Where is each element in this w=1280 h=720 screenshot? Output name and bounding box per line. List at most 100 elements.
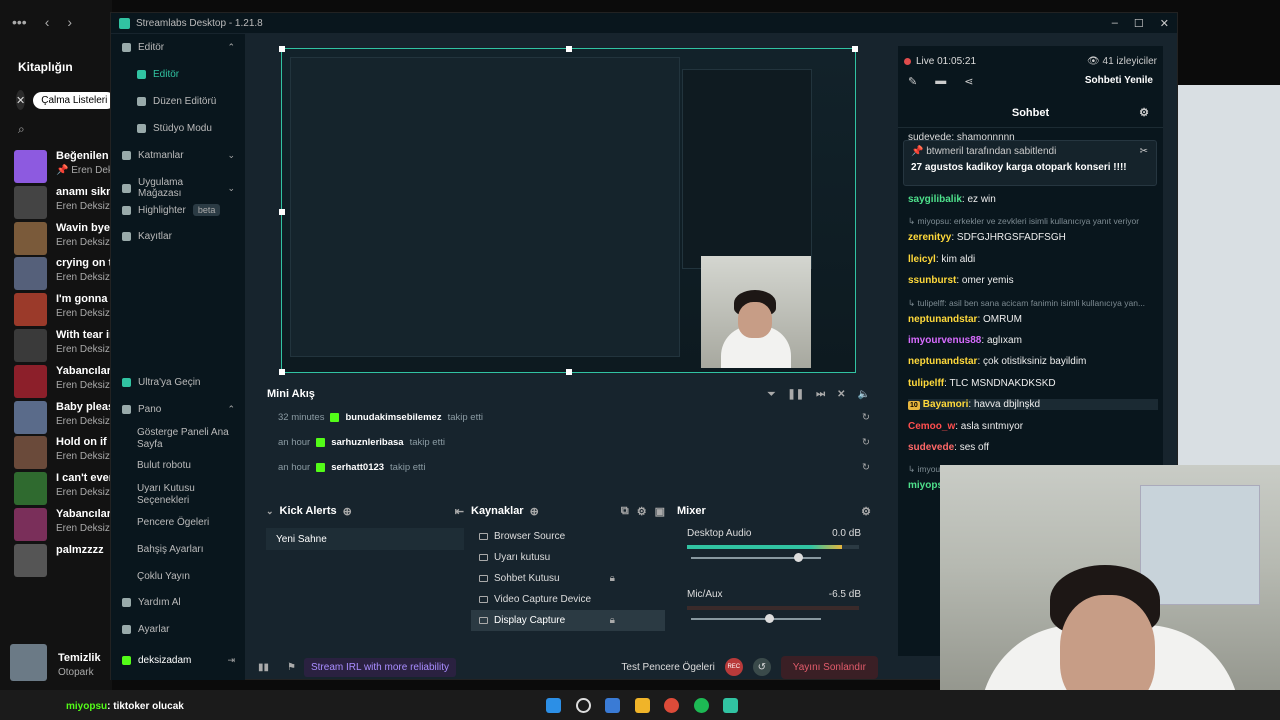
filter-icon[interactable]: ⏷	[767, 389, 775, 400]
chat-username[interactable]: lleicyl	[908, 254, 936, 265]
chat-message[interactable]: ssunburst: omer yemis	[908, 275, 1158, 286]
chat-username[interactable]: tulipelff	[908, 378, 944, 389]
resize-handle[interactable]	[279, 369, 285, 375]
bell-icon[interactable]: ⚑	[287, 662, 296, 673]
now-playing-title[interactable]: Temizlik	[58, 652, 101, 664]
spotify-icon[interactable]	[694, 698, 709, 713]
chat-message[interactable]: lleicyl: kim aldi	[908, 254, 1158, 265]
source-item[interactable]: Uyarı kutusu	[471, 547, 665, 568]
nav-window-elements[interactable]: Pencere Ögeleri	[111, 517, 245, 528]
pause-icon[interactable]: ❚❚	[787, 389, 804, 400]
playlist-item[interactable]: Hold on if lc Eren Deksiz	[14, 436, 112, 470]
nav-cloudbot[interactable]: Bulut robotu	[111, 460, 245, 471]
chat-username[interactable]: ssunburst	[908, 275, 956, 286]
forward-icon[interactable]: ›	[67, 14, 72, 30]
folder-icon[interactable]: ▣	[655, 505, 665, 518]
scene-item[interactable]: Yeni Sahne	[266, 528, 464, 550]
resize-handle[interactable]	[566, 46, 572, 52]
lock-icon[interactable]: 🔒︎	[610, 573, 615, 584]
close-window-icon[interactable]: ✕	[1160, 17, 1169, 30]
nav-tip-settings[interactable]: Bahşiş Ayarları	[111, 544, 245, 555]
chat-message[interactable]: saygilibalik: ez win	[908, 194, 1158, 205]
start-icon[interactable]	[546, 698, 561, 713]
nav-recordings[interactable]: Kayıtlar	[111, 231, 245, 242]
resize-handle[interactable]	[279, 46, 285, 52]
edit-icon[interactable]: ✎	[908, 75, 917, 88]
source-item[interactable]: Sohbet Kutusu 🔒︎	[471, 568, 665, 589]
chat-username[interactable]: neptunandstar	[908, 356, 977, 367]
chat-message[interactable]: zerenityy: SDFGJHRGSFADFSGH	[908, 232, 1158, 243]
slider-knob[interactable]	[765, 614, 774, 623]
close-icon[interactable]: ✕	[16, 90, 26, 110]
nav-user[interactable]: deksizadam ⇥	[111, 655, 245, 666]
playlist-item[interactable]: Wavin bye t Eren Deksiz	[14, 221, 112, 255]
source-item[interactable]: Video Capture Device	[471, 589, 665, 610]
playlist-item[interactable]: I can't even Eren Deksiz	[14, 472, 112, 506]
chat-message[interactable]: neptunandstar: çok otistiksiniz bayildim	[908, 356, 1158, 367]
maximize-icon[interactable]: ☐	[1134, 17, 1144, 30]
test-widgets-button[interactable]: Test Pencere Ögeleri	[621, 662, 714, 673]
chat-message[interactable]: Cemoo_w: asla sıntmıyor	[908, 421, 1158, 432]
back-icon[interactable]: ‹	[45, 14, 50, 30]
folder-icon[interactable]: ▬	[935, 75, 946, 88]
add-scene-icon[interactable]: ⊕	[343, 505, 352, 518]
irl-banner[interactable]: Stream IRL with more reliability	[303, 657, 456, 677]
replay-icon[interactable]: ↻	[862, 437, 870, 448]
share-icon[interactable]: ⋖	[964, 75, 973, 88]
group-icon[interactable]: ⧉	[621, 505, 629, 518]
source-item[interactable]: Browser Source	[471, 526, 665, 547]
properties-icon[interactable]: ⚙	[637, 505, 647, 518]
rec-button[interactable]: REC	[724, 658, 743, 676]
now-playing-artist[interactable]: Otopark	[58, 667, 94, 678]
search-icon[interactable]: ⌕	[0, 116, 112, 143]
volume-slider[interactable]	[691, 614, 821, 623]
chat-message[interactable]: imyourvenus88: aglıxam	[908, 335, 1158, 346]
streamlabs-icon[interactable]	[723, 698, 738, 713]
playlist-item[interactable]: crying on th Eren Deksiz	[14, 257, 112, 291]
slider-knob[interactable]	[793, 553, 803, 562]
steam-icon[interactable]	[605, 698, 620, 713]
playlist-item[interactable]: Beğenilen Ş 📌 Eren Deksiz	[14, 150, 112, 183]
user-settings-icon[interactable]: ⚙	[1139, 106, 1149, 119]
nav-dashboard[interactable]: Pano ⌃	[111, 404, 245, 415]
skip-icon[interactable]: ⏭	[816, 389, 825, 400]
chat-message[interactable]: 10 Bayamori: havva dbjlnşkd	[908, 399, 1158, 411]
filter-chip[interactable]: Çalma Listeleri	[33, 91, 116, 109]
mute-alert-icon[interactable]: ✕	[837, 389, 845, 400]
minimize-icon[interactable]: –	[1112, 17, 1118, 30]
playlist-item[interactable]: anamı sikm Eren Deksiz	[14, 185, 112, 219]
playlist-item[interactable]: I'm gonna p Eren Deksiz	[14, 293, 112, 327]
nav-highlighter[interactable]: Highlighter beta	[111, 204, 245, 216]
volume-slider[interactable]	[691, 553, 821, 562]
chat-message[interactable]: neptunandstar: OMRUM	[908, 314, 1158, 325]
nav-help[interactable]: Yardım Al	[111, 597, 245, 608]
chat-username[interactable]: neptunandstar	[908, 314, 977, 325]
chat-username[interactable]: Cemoo_w	[908, 421, 955, 432]
replay-icon[interactable]: ↻	[862, 412, 870, 423]
nav-layout-editor[interactable]: Düzen Editörü	[111, 96, 245, 107]
performance-icon[interactable]: ▮▮	[258, 662, 269, 673]
nav-ultra[interactable]: Ultra'ya Geçin	[111, 377, 245, 388]
more-icon[interactable]: •••	[12, 14, 27, 30]
chat-message[interactable]: tulipelff: TLC MSNDNAKDKSKD	[908, 378, 1158, 389]
unpin-icon[interactable]: ✂	[1140, 146, 1148, 157]
nav-studio-mode[interactable]: Stüdyo Modu	[111, 123, 245, 134]
nav-layers[interactable]: Katmanlar ⌄	[111, 150, 245, 161]
chat-username[interactable]: zerenityy	[908, 232, 951, 243]
replay-buffer-icon[interactable]: ↺	[752, 658, 771, 676]
gear-icon[interactable]: ⚙	[861, 505, 871, 518]
replay-icon[interactable]: ↻	[862, 462, 870, 473]
nav-settings[interactable]: Ayarlar	[111, 624, 245, 635]
nav-multistream[interactable]: Çoklu Yayın	[111, 571, 245, 582]
volume-icon[interactable]: 🔈	[858, 389, 870, 400]
chrome-icon[interactable]	[664, 698, 679, 713]
nav-editor[interactable]: Editör	[111, 69, 245, 80]
playlist-item[interactable]: Baby please Eren Deksiz	[14, 400, 112, 434]
chat-username[interactable]: imyourvenus88	[908, 335, 981, 346]
resize-handle[interactable]	[279, 209, 285, 215]
refresh-chat-button[interactable]: Sohbeti Yenile	[1085, 75, 1153, 88]
add-source-icon[interactable]: ⊕	[530, 505, 539, 518]
file-explorer-icon[interactable]	[635, 698, 650, 713]
end-stream-button[interactable]: Yayını Sonlandır	[780, 655, 878, 679]
chat-message[interactable]: sudevede: ses off	[908, 442, 1158, 453]
